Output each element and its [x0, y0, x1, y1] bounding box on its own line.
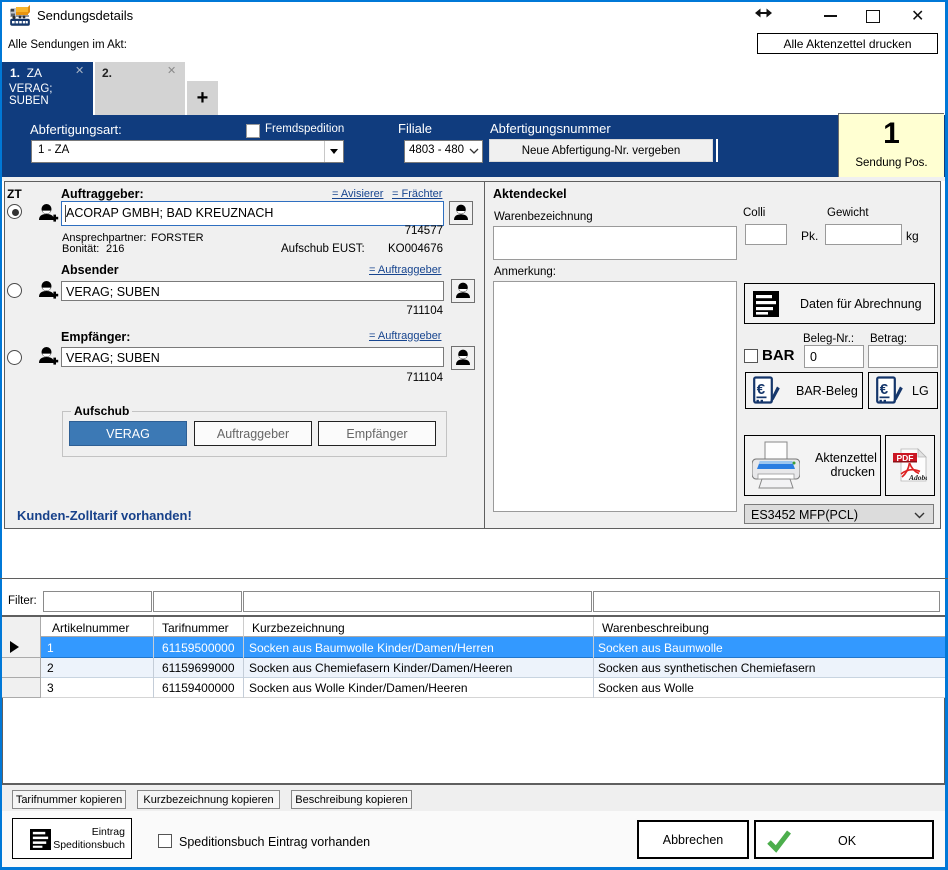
svg-text:€: € [880, 381, 889, 398]
svg-text:PDF: PDF [897, 453, 914, 463]
svg-text:€: € [757, 381, 766, 398]
svg-text:Adobe: Adobe [908, 473, 927, 482]
